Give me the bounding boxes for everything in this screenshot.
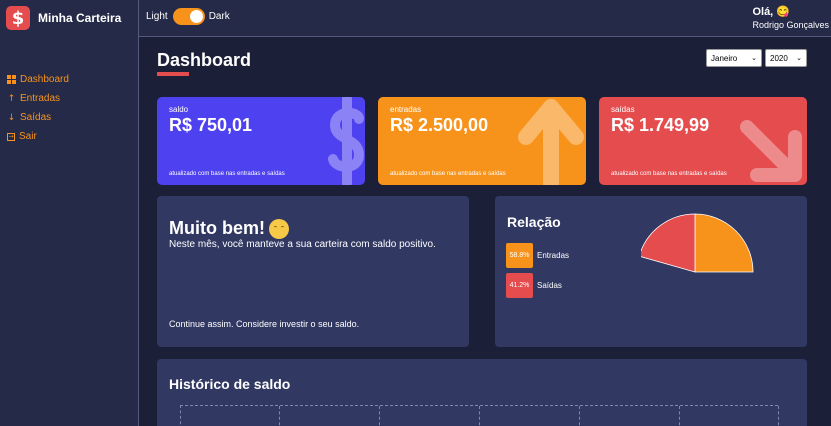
month-select-value: Janeiro — [711, 53, 738, 63]
sidebar-item-entradas[interactable]: ↑ Entradas — [7, 89, 69, 108]
grid-line — [679, 406, 680, 426]
dollar-icon — [328, 97, 365, 185]
sidebar-menu: Dashboard ↑ Entradas ↓ Saídas → Sair — [7, 70, 69, 146]
sidebar-item-sair[interactable]: → Sair — [7, 127, 69, 146]
card-label: saldo — [169, 105, 189, 114]
arrow-up-icon: ↑ — [7, 93, 16, 104]
exit-icon: → — [7, 132, 15, 141]
expense-card: saídas R$ 1.749,99 atualizado com base n… — [599, 97, 807, 185]
grid-line — [778, 406, 779, 426]
arrow-down-icon: ↓ — [7, 112, 16, 123]
header: Light Dark Olá, 😋 Rodrigo Gonçalves — [139, 0, 831, 37]
relation-title: Relação — [507, 214, 561, 230]
sidebar-item-label: Sair — [19, 131, 37, 142]
sidebar: $ Minha Carteira Dashboard ↑ Entradas ↓ … — [0, 0, 139, 426]
sidebar-item-dashboard[interactable]: Dashboard — [7, 70, 69, 89]
toggle-knob — [189, 10, 203, 23]
history-title: Histórico de saldo — [169, 376, 291, 392]
happy-face-icon — [269, 218, 289, 239]
sidebar-item-label: Dashboard — [20, 74, 69, 85]
message-description: Neste mês, você manteve a sua carteira c… — [169, 239, 436, 250]
card-note: atualizado com base nas entradas e saída… — [390, 171, 506, 177]
pie-chart — [641, 213, 754, 273]
arrow-up-icon — [518, 99, 584, 185]
history-panel: Histórico de saldo — [157, 359, 807, 426]
card-note: atualizado com base nas entradas e saída… — [611, 171, 727, 177]
message-title-text: Muito bem! — [169, 218, 265, 238]
relation-panel: Relação 58.8% Entradas 41.2% Saídas — [495, 196, 807, 347]
grid-line — [579, 406, 580, 426]
brand-name: Minha Carteira — [38, 11, 122, 25]
sidebar-item-label: Saídas — [20, 112, 52, 123]
card-label: saídas — [611, 105, 635, 114]
greeting: Olá, 😋 — [752, 6, 790, 18]
theme-dark-label: Dark — [208, 11, 230, 22]
grid-line — [379, 406, 380, 426]
theme-toggle[interactable] — [172, 8, 205, 25]
grid-line — [279, 406, 280, 426]
chevron-down-icon: ⌄ — [796, 54, 802, 62]
legend-percent: 58.8% — [506, 243, 533, 268]
legend-percent: 41.2% — [506, 273, 533, 298]
grid-icon — [7, 75, 16, 84]
month-select[interactable]: Janeiro ⌄ — [706, 49, 762, 67]
title-underline — [157, 72, 189, 76]
username: Rodrigo Gonçalves — [752, 20, 829, 30]
page-title: Dashboard — [157, 50, 252, 70]
year-select-value: 2020 — [770, 53, 788, 63]
pie-slice-entradas — [694, 213, 754, 273]
legend-label: Entradas — [537, 251, 570, 260]
legend-item-saidas: 41.2% Saídas — [506, 273, 562, 298]
theme-toggle-group: Light Dark — [146, 8, 230, 25]
legend-label: Saídas — [537, 281, 562, 290]
grid-line — [479, 406, 480, 426]
card-value: R$ 1.749,99 — [611, 115, 710, 135]
card-note: atualizado com base nas entradas e saída… — [169, 171, 285, 177]
pie-slice-saidas — [641, 213, 696, 273]
legend-item-entradas: 58.8% Entradas — [506, 243, 569, 268]
card-label: entradas — [390, 105, 422, 114]
wallet-logo-icon: $ — [6, 6, 30, 30]
brand: $ Minha Carteira — [6, 6, 121, 30]
card-value: R$ 750,01 — [169, 115, 253, 135]
profile: Olá, 😋 Rodrigo Gonçalves — [752, 5, 829, 30]
year-select[interactable]: 2020 ⌄ — [765, 49, 807, 67]
chevron-down-icon: ⌄ — [751, 54, 757, 62]
card-value: R$ 2.500,00 — [390, 115, 489, 135]
message-title: Muito bem! — [169, 218, 289, 239]
sidebar-item-label: Entradas — [20, 93, 61, 104]
history-chart-grid — [180, 405, 779, 426]
income-card: entradas R$ 2.500,00 atualizado com base… — [378, 97, 586, 185]
message-panel: Muito bem! Neste mês, você manteve a sua… — [157, 196, 469, 347]
theme-light-label: Light — [146, 11, 168, 22]
arrow-down-icon — [740, 120, 802, 182]
message-footer: Continue assim. Considere investir o seu… — [169, 319, 360, 329]
balance-card: saldo R$ 750,01 atualizado com base nas … — [157, 97, 365, 185]
sidebar-item-saidas[interactable]: ↓ Saídas — [7, 108, 69, 127]
